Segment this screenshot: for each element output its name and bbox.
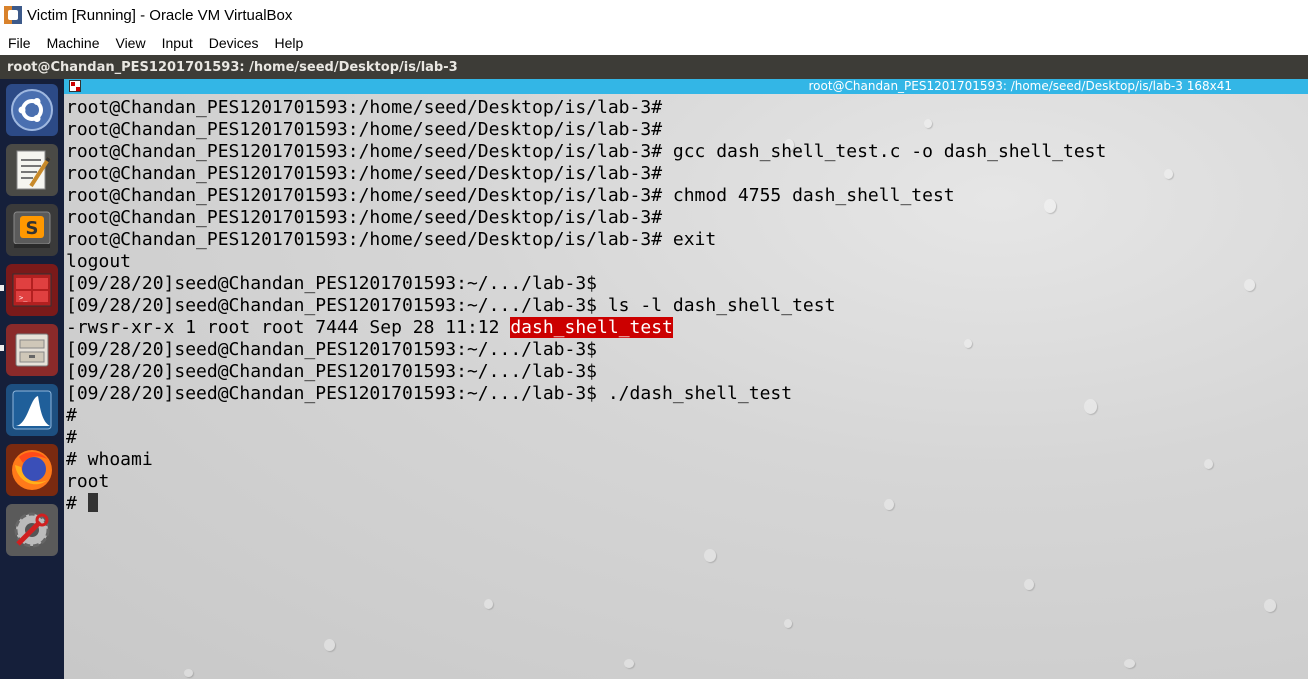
background-raindrop [1264, 599, 1276, 612]
ubuntu-dash-icon [11, 89, 53, 131]
terminal-line: root@Chandan_PES1201701593:/home/seed/De… [66, 119, 663, 140]
launcher-running-indicator [0, 345, 4, 351]
background-raindrop [1204, 459, 1213, 469]
terminal-line: root@Chandan_PES1201701593:/home/seed/De… [66, 229, 717, 250]
terminal-titlebar: root@Chandan_PES1201701593: /home/seed/D… [64, 79, 1308, 94]
text-editor-icon [16, 150, 51, 190]
host-titlebar: Victim [Running] - Oracle VM VirtualBox [0, 0, 1308, 30]
virtualbox-icon [4, 6, 22, 24]
terminal-line: root@Chandan_PES1201701593:/home/seed/De… [66, 163, 663, 184]
guest-panel-title: root@Chandan_PES1201701593: /home/seed/D… [7, 59, 458, 75]
background-raindrop [1124, 659, 1135, 668]
file-manager-icon [15, 333, 49, 367]
guest-top-panel: root@Chandan_PES1201701593: /home/seed/D… [0, 55, 1308, 79]
terminal-line: [09/28/20]seed@Chandan_PES1201701593:~/.… [66, 295, 836, 316]
terminal-window[interactable]: root@Chandan_PES1201701593: /home/seed/D… [64, 79, 1308, 679]
background-raindrop [324, 639, 335, 651]
svg-text:>_: >_ [19, 294, 28, 302]
terminal-line: root [66, 471, 110, 492]
terminal-line: # [66, 427, 77, 448]
host-menubar: File Machine View Input Devices Help [0, 30, 1308, 55]
terminal-line: root@Chandan_PES1201701593:/home/seed/De… [66, 185, 955, 206]
unity-launcher: S >_ [0, 79, 64, 679]
launcher-item-settings[interactable] [6, 504, 58, 556]
terminal-line: [09/28/20]seed@Chandan_PES1201701593:~/.… [66, 361, 598, 382]
launcher-item-text-editor[interactable] [6, 144, 58, 196]
terminal-line: [09/28/20]seed@Chandan_PES1201701593:~/.… [66, 383, 793, 404]
background-raindrop [784, 619, 792, 628]
system-settings-icon [14, 512, 50, 548]
terminal-line: [09/28/20]seed@Chandan_PES1201701593:~/.… [66, 339, 598, 360]
text-cursor[interactable] [87, 493, 98, 512]
shell-prompt: # [66, 493, 88, 514]
terminal-line: # [66, 405, 77, 426]
terminal-line: root@Chandan_PES1201701593:/home/seed/De… [66, 207, 663, 228]
highlighted-filename: dash_shell_test [510, 317, 673, 338]
background-raindrop [1024, 579, 1034, 590]
launcher-item-wireshark[interactable] [6, 384, 58, 436]
background-raindrop [1244, 279, 1255, 291]
wireshark-icon [12, 390, 52, 430]
terminal-output: root@Chandan_PES1201701593:/home/seed/De… [66, 97, 1106, 515]
menu-machine[interactable]: Machine [39, 35, 108, 51]
host-window-title: Victim [Running] - Oracle VM VirtualBox [27, 6, 293, 24]
background-raindrop [184, 669, 193, 677]
menu-view[interactable]: View [107, 35, 153, 51]
launcher-item-terminal[interactable]: >_ [6, 264, 58, 316]
terminal-line: root@Chandan_PES1201701593:/home/seed/De… [66, 141, 1107, 162]
file-listing-text: -rwsr-xr-x 1 root root 7444 Sep 28 11:12 [66, 317, 511, 338]
menu-devices[interactable]: Devices [201, 35, 267, 51]
launcher-item-firefox[interactable] [6, 444, 58, 496]
launcher-active-indicator [0, 285, 4, 291]
terminal-line: logout [66, 251, 132, 272]
sublime-text-icon: S [13, 211, 51, 248]
terminal-title: root@Chandan_PES1201701593: /home/seed/D… [808, 79, 1232, 93]
launcher-item-files[interactable] [6, 324, 58, 376]
terminal-line: [09/28/20]seed@Chandan_PES1201701593:~/.… [66, 273, 598, 294]
menu-file[interactable]: File [0, 35, 39, 51]
terminal-line: -rwsr-xr-x 1 root root 7444 Sep 28 11:12… [66, 317, 1106, 339]
background-raindrop [624, 659, 634, 668]
terminal-line: root@Chandan_PES1201701593:/home/seed/De… [66, 97, 663, 118]
menu-input[interactable]: Input [154, 35, 201, 51]
firefox-icon [12, 450, 52, 490]
terminal-icon: >_ [12, 273, 52, 307]
launcher-item-dash[interactable] [6, 84, 58, 136]
terminal-line: # whoami [66, 449, 153, 470]
background-raindrop [1164, 169, 1173, 179]
svg-text:S: S [26, 218, 39, 239]
terminal-window-icon [69, 80, 81, 92]
background-raindrop [704, 549, 716, 562]
terminal-line[interactable]: # [66, 493, 1106, 515]
menu-help[interactable]: Help [267, 35, 312, 51]
background-raindrop [484, 599, 493, 609]
launcher-item-sublime[interactable]: S [6, 204, 58, 256]
